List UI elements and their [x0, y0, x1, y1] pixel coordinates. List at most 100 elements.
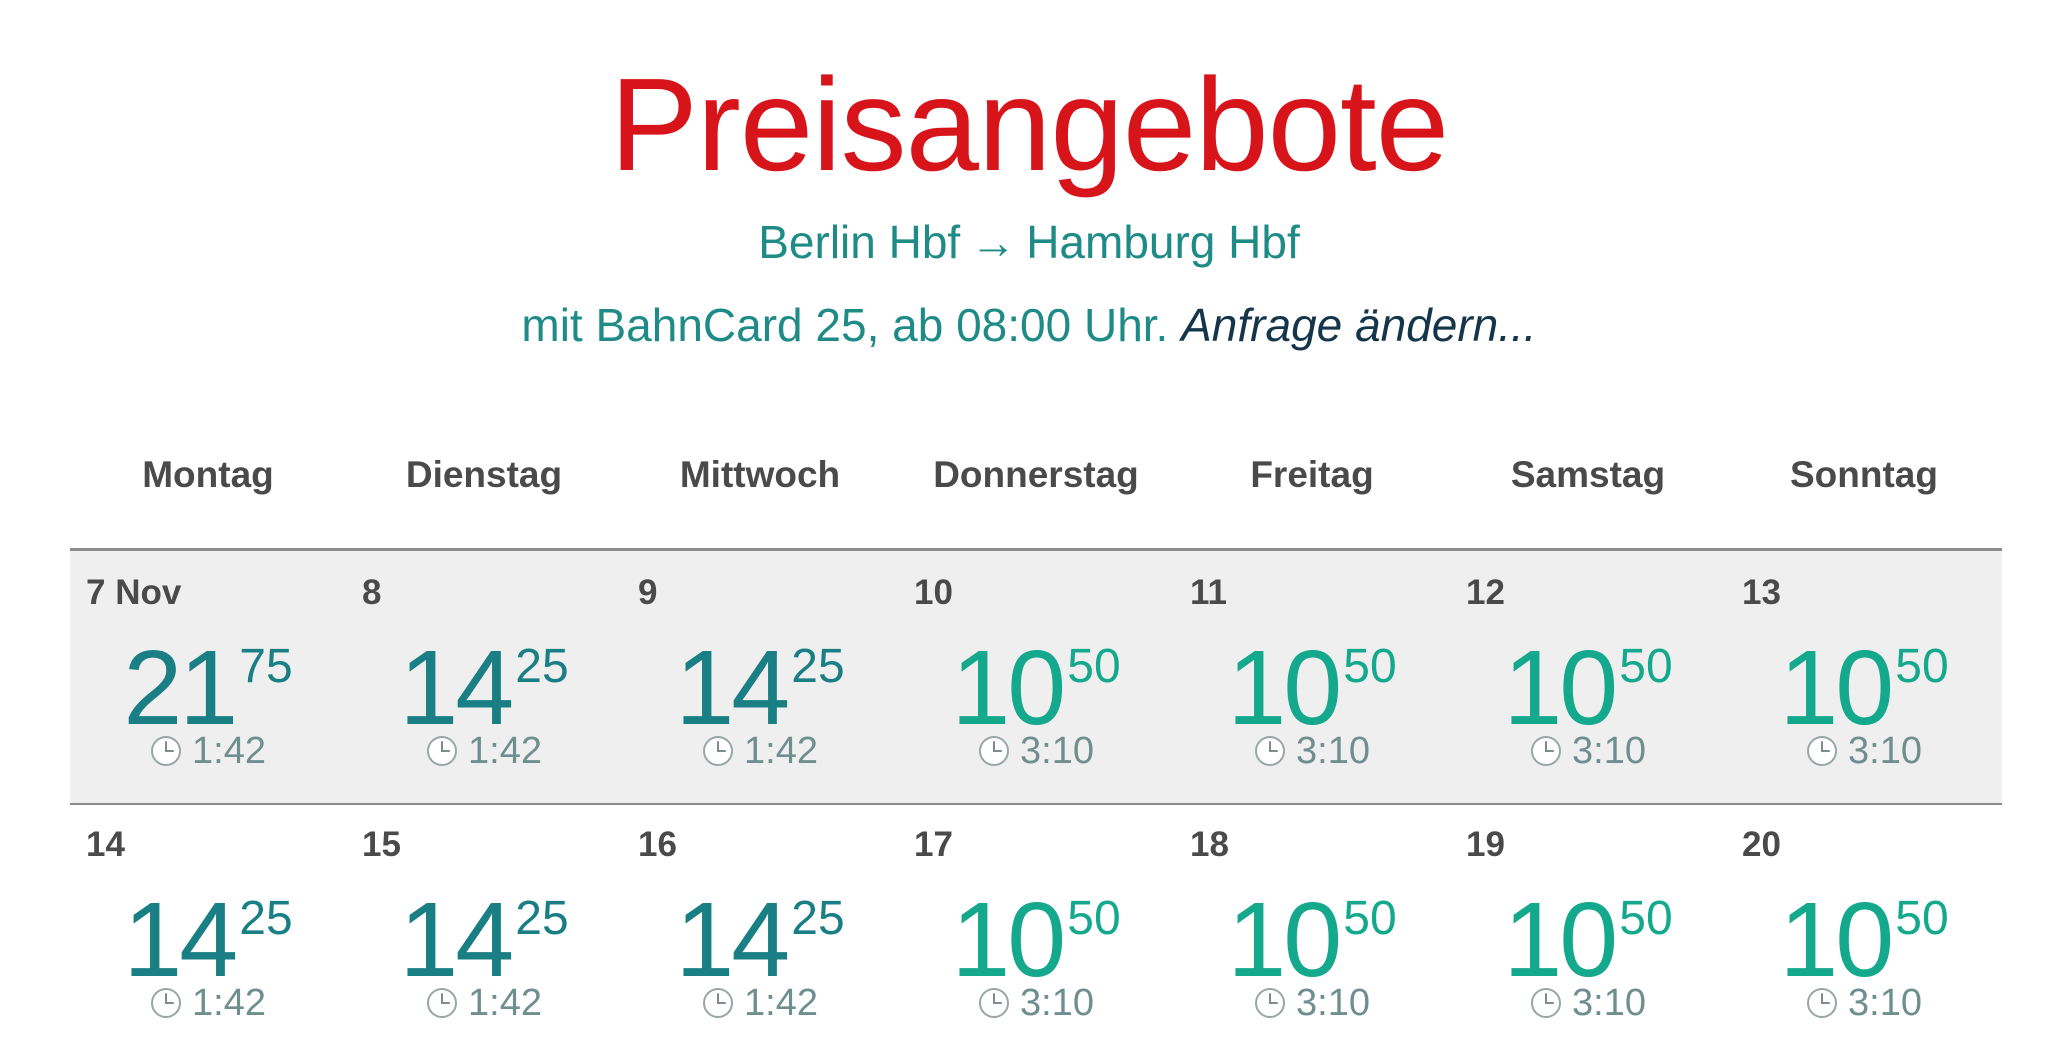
travel-duration: 1:42 — [622, 729, 898, 773]
week-row-2: 14 1425 1:42 15 1425 1:42 16 1425 1:42 17 1050 3:10… — [70, 803, 2002, 1055]
travel-duration: 3:10 — [1174, 729, 1450, 773]
travel-duration: 1:42 — [346, 981, 622, 1025]
duration-text: 3:10 — [1572, 982, 1646, 1024]
duration-text: 3:10 — [1296, 982, 1370, 1024]
price-cents: 50 — [1343, 892, 1397, 945]
route-line: Berlin Hbf → Hamburg Hbf — [0, 212, 2058, 272]
travel-duration: 3:10 — [898, 729, 1174, 773]
travel-duration: 3:10 — [1450, 729, 1726, 773]
week-row-1: 7 Nov 2175 1:42 8 1425 1:42 9 1425 1:42 10 1050 3:1… — [70, 548, 2002, 805]
day-date: 17 — [914, 825, 953, 864]
clock-icon — [702, 733, 734, 766]
price-cents: 50 — [1895, 892, 1949, 945]
price-cents: 50 — [1067, 892, 1121, 945]
clock-icon — [978, 733, 1010, 766]
weekday-friday: Freitag — [1250, 454, 1374, 495]
travel-duration: 3:10 — [1174, 981, 1450, 1025]
calendar-day-cell[interactable]: 10 1050 3:10 — [898, 551, 1174, 803]
day-date: 12 — [1466, 573, 1505, 612]
query-conditions-line: mit BahnCard 25, ab 08:00 Uhr. Anfrage ä… — [0, 295, 2058, 355]
duration-text: 3:10 — [1848, 730, 1922, 772]
clock-icon — [1254, 985, 1286, 1018]
calendar-day-cell[interactable]: 9 1425 1:42 — [622, 551, 898, 803]
duration-text: 3:10 — [1020, 982, 1094, 1024]
calendar-day-cell[interactable]: 20 1050 3:10 — [1726, 803, 2002, 1055]
weekday-thursday: Donnerstag — [933, 454, 1139, 495]
price-cents: 50 — [1619, 640, 1673, 693]
duration-text: 3:10 — [1296, 730, 1370, 772]
price-cents: 25 — [239, 892, 293, 945]
weekday-header-row: Montag Dienstag Mittwoch Donnerstag Frei… — [70, 445, 2002, 505]
day-date: 13 — [1742, 573, 1781, 612]
travel-duration: 3:10 — [1726, 981, 2002, 1025]
travel-duration: 3:10 — [1450, 981, 1726, 1025]
day-date: 15 — [362, 825, 401, 864]
duration-text: 3:10 — [1020, 730, 1094, 772]
price-cents: 25 — [515, 892, 569, 945]
price-cents: 50 — [1619, 892, 1673, 945]
travel-duration: 1:42 — [622, 981, 898, 1025]
travel-duration: 1:42 — [70, 981, 346, 1025]
weekday-saturday: Samstag — [1510, 454, 1666, 495]
clock-icon — [1806, 733, 1838, 766]
day-date: 19 — [1466, 825, 1505, 864]
duration-text: 1:42 — [468, 982, 542, 1024]
price-cents: 75 — [239, 640, 293, 693]
duration-text: 1:42 — [744, 982, 818, 1024]
travel-duration: 3:10 — [898, 981, 1174, 1025]
clock-icon — [426, 985, 458, 1018]
clock-icon — [1530, 985, 1562, 1018]
price-cents: 25 — [515, 640, 569, 693]
price-cents: 50 — [1895, 640, 1949, 693]
calendar-day-cell[interactable]: 12 1050 3:10 — [1450, 551, 1726, 803]
clock-icon — [150, 733, 182, 766]
day-date: 20 — [1742, 825, 1781, 864]
duration-text: 1:42 — [192, 982, 266, 1024]
price-cents: 50 — [1343, 640, 1397, 693]
clock-icon — [426, 733, 458, 766]
clock-icon — [702, 985, 734, 1018]
calendar-day-cell[interactable]: 18 1050 3:10 — [1174, 803, 1450, 1055]
page-title: Preisangebote — [609, 51, 1449, 198]
price-cents: 25 — [791, 640, 845, 693]
calendar-day-cell[interactable]: 15 1425 1:42 — [346, 803, 622, 1055]
route-arrow-icon: → — [970, 216, 1017, 268]
calendar-day-cell[interactable]: 17 1050 3:10 — [898, 803, 1174, 1055]
travel-duration: 3:10 — [1726, 729, 2002, 773]
day-date: 16 — [638, 825, 677, 864]
clock-icon — [150, 985, 182, 1018]
clock-icon — [1254, 733, 1286, 766]
duration-text: 3:10 — [1572, 730, 1646, 772]
duration-text: 1:42 — [468, 730, 542, 772]
route-origin: Berlin Hbf — [758, 216, 961, 268]
calendar-day-cell[interactable]: 14 1425 1:42 — [70, 803, 346, 1055]
day-date: 11 — [1190, 573, 1227, 612]
duration-text: 1:42 — [744, 730, 818, 772]
calendar-day-cell[interactable]: 16 1425 1:42 — [622, 803, 898, 1055]
day-date: 14 — [86, 825, 125, 864]
weekday-tuesday: Dienstag — [405, 454, 563, 495]
duration-text: 1:42 — [192, 730, 266, 772]
day-date: 9 — [638, 573, 658, 612]
weekday-sunday: Sonntag — [1790, 454, 1938, 495]
change-query-link[interactable]: Anfrage ändern... — [1181, 299, 1536, 351]
calendar-day-cell[interactable]: 7 Nov 2175 1:42 — [70, 551, 346, 803]
day-date: 7 Nov — [86, 573, 182, 612]
route-destination: Hamburg Hbf — [1026, 216, 1300, 268]
weekday-monday: Montag — [142, 454, 274, 495]
calendar-day-cell[interactable]: 13 1050 3:10 — [1726, 551, 2002, 803]
travel-duration: 1:42 — [70, 729, 346, 773]
clock-icon — [1530, 733, 1562, 766]
day-date: 8 — [362, 573, 382, 612]
price-cents: 50 — [1067, 640, 1121, 693]
duration-text: 3:10 — [1848, 982, 1922, 1024]
query-conditions: mit BahnCard 25, ab 08:00 Uhr. — [521, 299, 1169, 351]
calendar-day-cell[interactable]: 8 1425 1:42 — [346, 551, 622, 803]
calendar-day-cell[interactable]: 19 1050 3:10 — [1450, 803, 1726, 1055]
day-date: 18 — [1190, 825, 1229, 864]
day-date: 10 — [914, 573, 953, 612]
price-cents: 25 — [791, 892, 845, 945]
calendar-day-cell[interactable]: 11 1050 3:10 — [1174, 551, 1450, 803]
clock-icon — [978, 985, 1010, 1018]
travel-duration: 1:42 — [346, 729, 622, 773]
